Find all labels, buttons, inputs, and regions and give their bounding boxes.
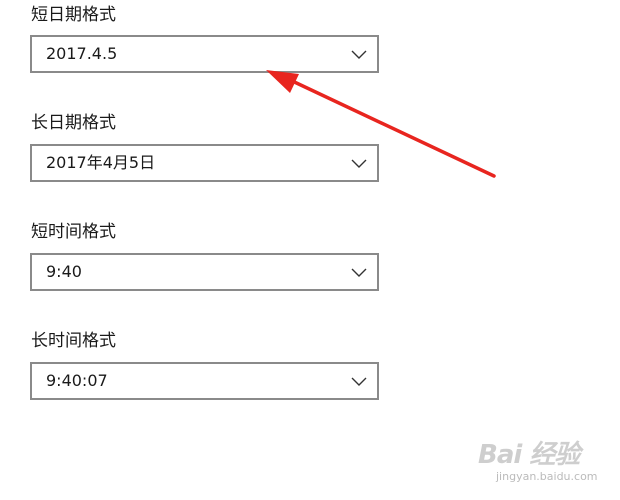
short-date-value: 2017.4.5 bbox=[46, 44, 118, 63]
chevron-down-icon bbox=[351, 159, 367, 168]
annotation-arrow bbox=[266, 70, 496, 178]
arrow-head bbox=[266, 70, 299, 93]
watermark-url: jingyan.baidu.com bbox=[496, 470, 598, 483]
chevron-down-icon bbox=[351, 268, 367, 277]
long-time-label: 长时间格式 bbox=[31, 331, 116, 351]
short-time-label: 短时间格式 bbox=[31, 222, 116, 242]
chevron-down-icon bbox=[351, 50, 367, 59]
short-date-dropdown[interactable]: 2017.4.5 bbox=[30, 35, 379, 73]
short-time-value: 9:40 bbox=[46, 262, 82, 281]
baidu-jingyan-watermark: Bai 经验 jingyan.baidu.com bbox=[478, 434, 608, 490]
short-time-dropdown[interactable]: 9:40 bbox=[30, 253, 379, 291]
long-date-label: 长日期格式 bbox=[31, 113, 116, 133]
long-time-value: 9:40:07 bbox=[46, 371, 108, 390]
long-time-dropdown[interactable]: 9:40:07 bbox=[30, 362, 379, 400]
chevron-down-icon bbox=[351, 377, 367, 386]
regional-format-settings: 短日期格式 2017.4.5 长日期格式 2017年4月5日 短时间格式 9:4… bbox=[0, 0, 620, 500]
watermark-logo: Bai 经验 bbox=[478, 440, 580, 470]
short-date-label: 短日期格式 bbox=[31, 5, 116, 25]
long-date-dropdown[interactable]: 2017年4月5日 bbox=[30, 144, 379, 182]
long-date-value: 2017年4月5日 bbox=[46, 153, 156, 172]
